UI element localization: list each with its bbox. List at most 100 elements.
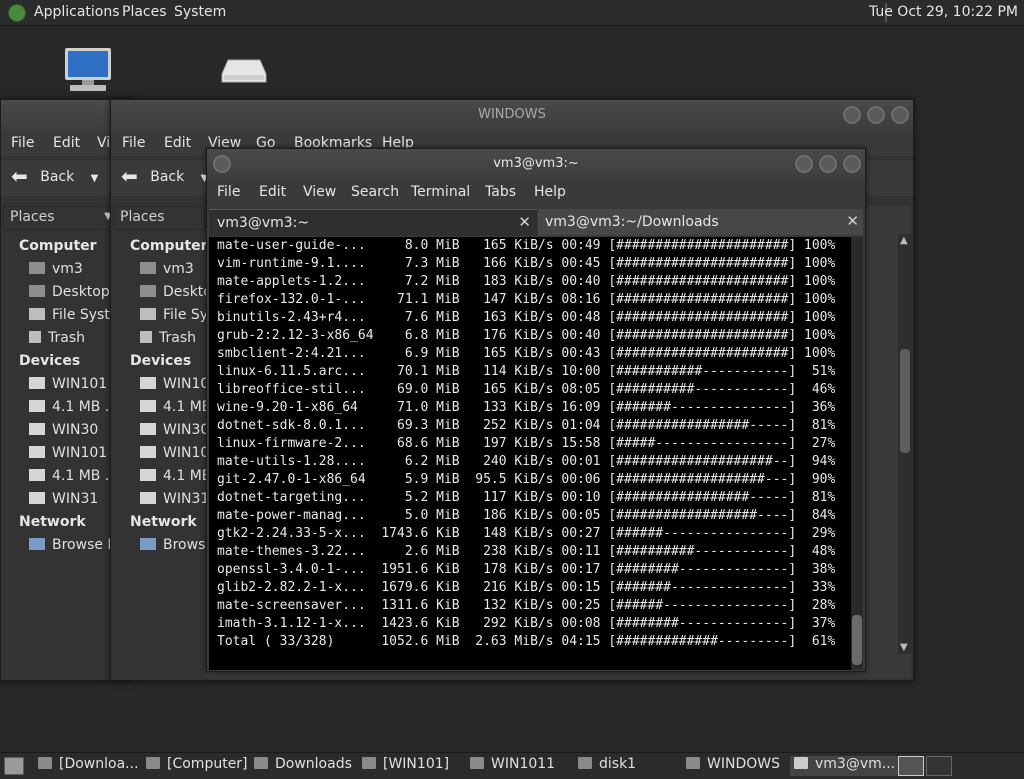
menu-edit[interactable]: Edit [53,135,80,151]
places-menu[interactable]: Places [122,4,167,20]
taskbar-label: [WIN101] [383,756,450,772]
taskbar-item-active[interactable]: vm3@vm... [790,756,900,776]
back-button[interactable]: ⬅ Back ▼ [11,166,98,190]
maximize-button[interactable] [867,106,885,124]
maximize-button[interactable] [819,155,837,173]
titlebar[interactable]: WINDOWS [111,100,913,130]
back-label: Back [40,169,75,185]
clock[interactable]: Tue Oct 29, 10:22 PM [869,4,1018,20]
sidebar-item-device[interactable]: WIN30 [29,422,98,438]
taskbar-item[interactable]: [Computer] [146,756,248,776]
minimize-button[interactable] [795,155,813,173]
scrollbar-thumb[interactable] [852,615,862,665]
sidebar-item-home[interactable]: vm3 [29,261,83,277]
computer-desktop-icon[interactable] [64,46,112,94]
tab-label: vm3@vm3:~ [217,215,310,231]
taskbar-item[interactable]: disk1 [578,756,636,776]
terminal-scrollbar[interactable] [851,237,863,670]
tab-close-icon[interactable]: ✕ [846,212,859,230]
show-desktop-icon[interactable] [4,757,24,775]
label: WIN101 [52,445,108,461]
sidebar-item-browse-network[interactable]: Browse N [29,537,118,553]
label: 4.1 MB [163,399,212,415]
sidebar-item-desktop[interactable]: Desktop [29,284,110,300]
sidebar-item-device[interactable]: WIN31 [29,491,98,507]
sidebar-item-device[interactable]: WIN30 [140,422,209,438]
tab-label: vm3@vm3:~/Downloads [545,214,719,230]
devices-header: Devices [130,353,192,369]
terminal-icon [794,757,808,769]
menu-file[interactable]: File [217,184,240,200]
terminal-output[interactable]: mate-user-guide-... 8.0 MiB 165 KiB/s 00… [209,237,851,670]
sidebar-item-device[interactable]: WIN101 [29,376,107,392]
sidebar-item-desktop[interactable]: Deskto [140,284,212,300]
taskbar-item[interactable]: WINDOWS [686,756,780,776]
scroll-up-icon[interactable]: ▲ [900,235,908,246]
label: 4.1 MB [163,468,212,484]
home-folder-icon [29,262,45,274]
tab-home[interactable]: vm3@vm3:~ ✕ [209,209,537,236]
tab-downloads[interactable]: vm3@vm3:~/Downloads ✕ [538,209,863,235]
dropdown-arrow-icon[interactable]: ▼ [91,173,99,184]
menu-edit[interactable]: Edit [259,184,286,200]
sidebar-item-device[interactable]: WIN101 [29,445,107,461]
back-label: Back [150,169,185,185]
applications-menu[interactable]: Applications [34,4,120,20]
back-arrow-icon: ⬅ [121,164,138,188]
system-menu[interactable]: System [174,4,226,20]
folder-icon [38,757,52,769]
menu-search[interactable]: Search [351,184,399,200]
label: WIN30 [52,422,99,438]
taskbar-item[interactable]: [Downloa... [38,756,139,776]
folder-icon [686,757,700,769]
menu-view[interactable]: View [303,184,336,200]
taskbar-label: vm3@vm... [815,756,896,772]
terminal-line: gtk2-2.24.33-5-x... 1743.6 KiB 148 KiB/s… [217,526,836,541]
sidebar-item-device[interactable]: 4.1 MB ... [29,468,118,484]
drive-desktop-icon[interactable] [220,58,268,84]
back-button[interactable]: ⬅ Back ▼ [121,166,208,190]
minimize-button[interactable] [843,106,861,124]
close-button[interactable] [891,106,909,124]
file-view-scrollbar[interactable]: ▲ ▼ [898,234,912,654]
scroll-down-icon[interactable]: ▼ [900,642,908,653]
terminal-line: git-2.47.0-1-x86_64 5.9 MiB 95.5 KiB/s 0… [217,472,836,487]
sidebar-item-device[interactable]: 4.1 MB ... [29,399,118,415]
menu-edit[interactable]: Edit [164,135,191,151]
sidebar-item-device[interactable]: 4.1 MB [140,399,211,415]
top-panel: Applications Places System Tue Oct 29, 1… [0,0,1024,26]
sidebar-item-filesystem[interactable]: File Sys [140,307,215,323]
menu-view[interactable]: Vi [97,135,110,151]
menu-terminal[interactable]: Terminal [411,184,470,200]
sidebar-item-home[interactable]: vm3 [140,261,194,277]
drive-icon [29,492,45,504]
workspace-switcher-2[interactable] [926,756,952,776]
titlebar[interactable]: vm3@vm3:~ [207,149,865,179]
workspace-switcher-1[interactable] [898,756,924,776]
label: 4.1 MB ... [52,468,119,484]
sidebar-item-trash[interactable]: Trash [29,330,85,346]
sidebar-item-device[interactable]: WIN31 [140,491,209,507]
taskbar-item[interactable]: Downloads [254,756,352,776]
scrollbar-thumb[interactable] [900,349,910,453]
sidebar-item-trash[interactable]: Trash [140,330,196,346]
drive-icon [29,469,45,481]
taskbar-item[interactable]: [WIN101] [362,756,449,776]
terminal-line: linux-6.11.5.arc... 70.1 MiB 114 KiB/s 1… [217,364,836,379]
places-label: Places [10,209,55,225]
sidebar-item-browse-network[interactable]: Browse [140,537,214,553]
mate-logo-icon[interactable] [8,4,26,22]
desktop-folder-icon [140,285,156,297]
tab-close-icon[interactable]: ✕ [518,213,531,231]
drive-icon [140,423,156,435]
menu-tabs[interactable]: Tabs [485,184,516,200]
places-dropdown[interactable]: Places [113,206,205,230]
menu-file[interactable]: File [122,135,145,151]
menu-file[interactable]: File [11,135,34,151]
sidebar-item-device[interactable]: 4.1 MB [140,468,211,484]
menu-help[interactable]: Help [534,184,566,200]
places-dropdown[interactable]: Places ▼ [3,206,115,230]
drive-icon [470,757,484,769]
taskbar-item[interactable]: WIN1011 [470,756,555,776]
close-button[interactable] [843,155,861,173]
